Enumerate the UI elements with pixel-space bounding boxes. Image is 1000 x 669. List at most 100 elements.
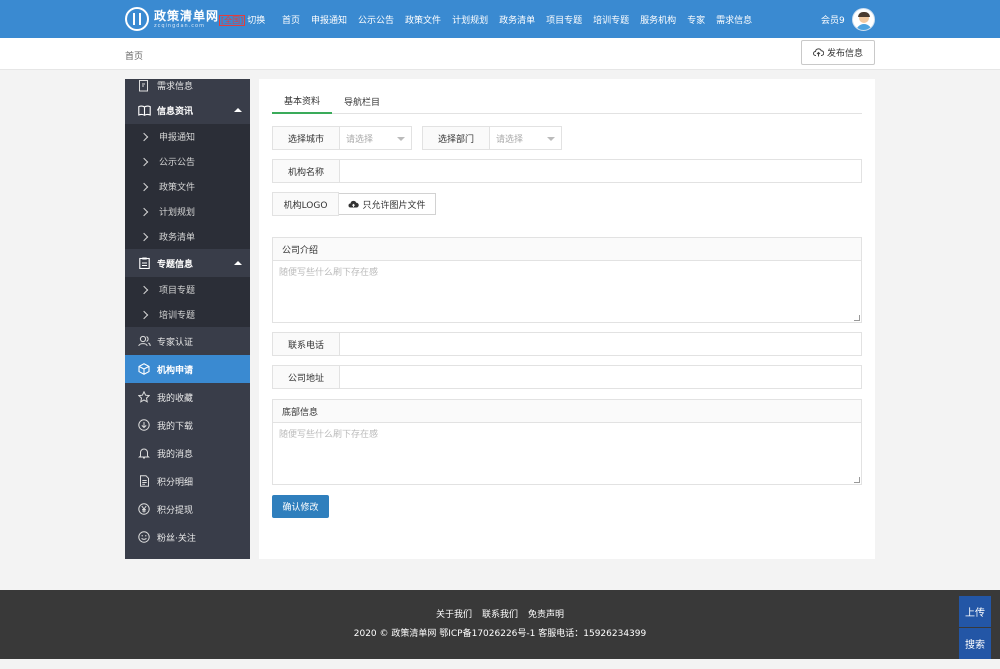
tab-basic-info[interactable]: 基本资料	[272, 89, 333, 114]
sidebar-item-label: 申报通知	[159, 133, 196, 143]
sidebar-item-announcement[interactable]: 公示公告	[125, 149, 250, 174]
sidebar-item-label: 机构申请	[157, 365, 194, 376]
logo-subtitle: zcqingdan.com	[154, 22, 205, 29]
main-nav: 首页 申报通知 公示公告 政策文件 计划规划 政务清单 项目专题 培训专题 服务…	[282, 0, 763, 38]
sidebar-item-points[interactable]: 积分明细	[125, 467, 250, 495]
sidebar-item-declaration[interactable]: 申报通知	[125, 124, 250, 149]
sidebar-item-label: 我的下载	[157, 421, 194, 432]
org-name-input[interactable]	[340, 160, 861, 182]
sidebar-item-downloads[interactable]: 我的下载	[125, 411, 250, 439]
nav-policy[interactable]: 政策文件	[405, 13, 441, 26]
sidebar-item-project[interactable]: 项目专题	[125, 277, 250, 302]
phone-input[interactable]	[340, 333, 861, 355]
sidebar-item-policy[interactable]: 政策文件	[125, 174, 250, 199]
users-icon	[137, 334, 151, 348]
clipboard-icon	[137, 256, 151, 270]
float-upload-button[interactable]: 上传	[959, 596, 991, 627]
cube-icon	[137, 362, 151, 376]
caret-up-icon	[234, 261, 242, 265]
chevron-right-icon	[139, 157, 149, 166]
sidebar-item-label: 积分提现	[157, 505, 194, 516]
nav-plan[interactable]: 计划规划	[452, 13, 488, 26]
avatar[interactable]	[852, 8, 875, 31]
sidebar-item-expert[interactable]: 专家认证	[125, 327, 250, 355]
dept-select[interactable]: 请选择	[490, 127, 561, 149]
tab-nav-columns[interactable]: 导航栏目	[332, 89, 392, 114]
site-logo[interactable]: 政策清单网 zcqingdan.com	[125, 7, 219, 31]
sidebar-item-withdraw[interactable]: 积分提现	[125, 495, 250, 523]
nav-service[interactable]: 服务机构	[640, 13, 676, 26]
chevron-right-icon	[139, 207, 149, 216]
nav-project[interactable]: 项目专题	[546, 13, 582, 26]
cloud-upload-icon	[813, 48, 824, 57]
chevron-right-icon	[139, 310, 149, 319]
sidebar-item-label: 计划规划	[159, 208, 196, 218]
page-bottom	[0, 659, 1000, 669]
sidebar-item-plan[interactable]: 计划规划	[125, 199, 250, 224]
sidebar-group-topic[interactable]: 专题信息	[125, 249, 250, 277]
caret-down-icon	[547, 137, 555, 141]
sidebar-item-favorites[interactable]: 我的收藏	[125, 383, 250, 411]
form-tabs: 基本资料 导航栏目	[272, 89, 862, 114]
sidebar-item-training[interactable]: 培训专题	[125, 302, 250, 327]
company-intro-textarea[interactable]	[273, 261, 861, 322]
footer-link-about[interactable]: 关于我们	[436, 607, 472, 620]
smile-icon	[137, 530, 151, 544]
city-select-field: 选择城市 请选择	[272, 126, 412, 150]
region-switcher[interactable]: [全国] 切换	[219, 13, 265, 26]
nav-expert[interactable]: 专家	[687, 13, 705, 26]
footer: 关于我们 联系我们 免责声明 2020 © 政策清单网 鄂ICP备1702622…	[0, 590, 1000, 659]
sidebar-item-label: 培训专题	[159, 311, 196, 321]
upload-image-button[interactable]: 只允许图片文件	[339, 193, 436, 215]
sidebar: 需求信息 信息资讯 申报通知 公示公告 政策文件 计划规划 政务清单 专题信息 …	[125, 79, 250, 559]
city-placeholder: 请选择	[346, 134, 374, 145]
float-search-button[interactable]: 搜索	[959, 628, 991, 659]
dept-placeholder: 请选择	[496, 134, 524, 145]
caret-down-icon	[397, 137, 405, 141]
footer-copyright: 2020 © 政策清单网 鄂ICP备17026226号-1 客服电话：15926…	[353, 629, 647, 639]
bell-icon	[137, 446, 151, 460]
resize-handle-icon[interactable]	[854, 477, 860, 483]
top-navbar: 政策清单网 zcqingdan.com [全国] 切换 首页 申报通知 公示公告 …	[0, 0, 1000, 38]
breadcrumb-home[interactable]: 首页	[125, 49, 143, 62]
nav-declaration[interactable]: 申报通知	[311, 13, 347, 26]
bottom-info-title: 底部信息	[273, 400, 861, 423]
nav-gov-list[interactable]: 政务清单	[499, 13, 535, 26]
member-name[interactable]: 会员9	[821, 13, 845, 26]
sidebar-item-fans[interactable]: 粉丝·关注	[125, 523, 250, 551]
file-list-icon	[137, 474, 151, 488]
download-icon	[137, 418, 151, 432]
city-select[interactable]: 请选择	[340, 127, 411, 149]
sidebar-item-label: 公示公告	[159, 158, 196, 168]
sidebar-item-demand[interactable]: 需求信息	[125, 79, 250, 96]
nav-home[interactable]: 首页	[282, 13, 300, 26]
sidebar-group-label: 专题信息	[157, 259, 194, 270]
nav-training[interactable]: 培训专题	[593, 13, 629, 26]
logo-name: 政策清单网	[154, 8, 220, 23]
sidebar-item-messages[interactable]: 我的消息	[125, 439, 250, 467]
edit-document-icon	[137, 79, 151, 93]
sidebar-item-label: 专家认证	[157, 337, 194, 348]
company-intro-title: 公司介绍	[273, 238, 861, 261]
footer-link-disclaimer[interactable]: 免责声明	[528, 607, 564, 620]
footer-links: 关于我们 联系我们 免责声明	[0, 607, 1000, 620]
nav-announcement[interactable]: 公示公告	[358, 13, 394, 26]
chevron-right-icon	[139, 132, 149, 141]
phone-label: 联系电话	[273, 333, 340, 355]
confirm-button[interactable]: 确认修改	[272, 495, 329, 518]
sidebar-item-gov-list[interactable]: 政务清单	[125, 224, 250, 249]
sidebar-group-info[interactable]: 信息资讯	[125, 96, 250, 124]
publish-button[interactable]: 发布信息	[801, 40, 875, 65]
resize-handle-icon[interactable]	[854, 315, 860, 321]
bottom-info-textarea[interactable]	[273, 423, 861, 484]
cloud-upload-icon	[348, 200, 360, 207]
org-name-field: 机构名称	[272, 159, 862, 183]
footer-link-contact[interactable]: 联系我们	[482, 607, 518, 620]
caret-up-icon	[234, 108, 242, 112]
nav-demand[interactable]: 需求信息	[716, 13, 752, 26]
org-name-label: 机构名称	[273, 160, 340, 182]
logo-icon	[125, 7, 149, 31]
region-switch-link[interactable]: 切换	[247, 16, 265, 26]
sidebar-item-org-apply[interactable]: 机构申请	[125, 355, 250, 383]
address-input[interactable]	[340, 366, 861, 388]
